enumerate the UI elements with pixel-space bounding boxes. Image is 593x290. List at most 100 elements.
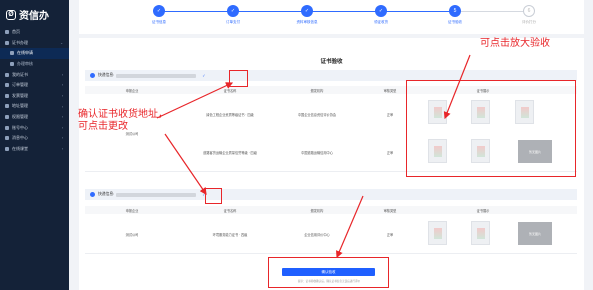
- sidebar-item-label: 账号中心: [12, 124, 28, 130]
- sidebar-item-3[interactable]: 办理审核: [0, 59, 69, 70]
- sidebar-item-label: 地址管理: [12, 103, 28, 109]
- type-cell: 正审: [386, 233, 394, 237]
- annotation-address-text: 确认证书收货地址， 可点击更改: [78, 109, 168, 132]
- step-1: ✓ 证书信息: [129, 5, 189, 25]
- col-display: 证书展示: [476, 209, 490, 214]
- my-cert-icon: [5, 72, 9, 77]
- step-label: 订单支付: [226, 20, 240, 24]
- table-header-2: 申报企业 证书名称 颁发机构 审核类型 证书展示: [85, 206, 577, 214]
- address-label: 快递信息:: [98, 192, 115, 196]
- review-icon: [10, 62, 14, 67]
- app-logo[interactable]: Ø 资信办: [6, 7, 49, 22]
- type-cell: 正审: [386, 151, 394, 155]
- no-image-placeholder: 暂无图片: [518, 222, 552, 245]
- chevron-icon: ›: [61, 115, 63, 120]
- cert-cell: 绿色工程企业资质等级证书 · 四级: [206, 113, 254, 117]
- annotation-zoom-text: 可点击放大验收: [480, 38, 550, 49]
- sidebar-item-5[interactable]: 订单管理 ›: [0, 80, 69, 91]
- annotation-box-confirm: [268, 257, 389, 288]
- address-bar-2: 快递信息: ✓: [85, 189, 577, 200]
- col-cert: 证书名称: [223, 209, 237, 214]
- annotation-box-edit-2: [205, 188, 222, 204]
- location-pin-icon: [90, 192, 95, 197]
- step-marker: ✓: [375, 5, 387, 17]
- chevron-icon: ›: [61, 104, 63, 109]
- account-icon: [5, 125, 9, 130]
- address-value-blurred: [116, 192, 197, 197]
- type-cell: 正审: [386, 113, 394, 117]
- chevron-icon: ›: [61, 83, 63, 88]
- sidebar-nav: 首页 证书办理 ⌄ 在线申请 办理审核 我的证书 › 订单管理 › 发票管理 › 地址管理 › 权限管理 ›…: [0, 27, 69, 154]
- sidebar-item-label: 消息中心: [12, 135, 28, 141]
- col-company: 申报企业: [125, 209, 139, 214]
- sidebar-item-label: 首页: [12, 29, 20, 35]
- sidebar-item-9[interactable]: 账号中心 ›: [0, 122, 69, 133]
- step-label: 资料审核信息: [296, 20, 318, 24]
- sidebar-item-11[interactable]: 在线课堂 ›: [0, 144, 69, 155]
- annotation-box-thumbnails: [406, 80, 576, 177]
- issuer-cell: 企业信用评价中心: [304, 233, 330, 237]
- chevron-icon: ›: [61, 94, 63, 99]
- sidebar-item-label: 我的证书: [12, 71, 28, 77]
- address-label: 快递信息:: [98, 73, 115, 77]
- sidebar-item-label: 证书办理: [12, 39, 28, 45]
- certificate-icon: [5, 40, 9, 45]
- col-type: 审核类型: [383, 89, 397, 94]
- edit-address-icon[interactable]: ✓: [202, 73, 206, 78]
- step-marker: ✓: [227, 5, 239, 17]
- sidebar-item-4[interactable]: 我的证书 ›: [0, 69, 69, 80]
- step-label: 证书验收: [448, 20, 462, 24]
- sidebar-item-label: 发票管理: [12, 92, 28, 98]
- step-4: ✓ 领证收货: [351, 5, 411, 25]
- sidebar-item-label: 在线申请: [17, 50, 33, 56]
- step-5: 5 证书验收: [425, 5, 485, 25]
- address-value-blurred: [116, 73, 197, 78]
- location-pin-icon: [90, 73, 95, 78]
- sidebar-item-label: 权限管理: [12, 114, 28, 120]
- col-issuer: 颁发机构: [310, 89, 324, 94]
- issuer-cell: 中国企业信息资信评价协会: [297, 113, 337, 117]
- sidebar-item-label: 办理审核: [17, 61, 33, 67]
- invoice-icon: [5, 93, 9, 98]
- sidebar-item-7[interactable]: 地址管理 ›: [0, 101, 69, 112]
- col-cert: 证书名称: [223, 89, 237, 94]
- cert-cell: 环境服务能力证书 · 四级: [212, 233, 248, 237]
- sidebar-item-label: 在线课堂: [12, 145, 28, 151]
- cert-cell: 道路客货运输企业质量信誉等级 · 四级: [203, 151, 257, 155]
- col-type: 审核类型: [383, 209, 397, 214]
- order-icon: [5, 83, 9, 88]
- step-marker: ✓: [153, 5, 165, 17]
- step-label: 证书信息: [152, 20, 166, 24]
- sidebar-item-label: 订单管理: [12, 82, 28, 88]
- home-icon: [5, 30, 9, 35]
- permission-icon: [5, 115, 9, 120]
- class-icon: [5, 146, 9, 151]
- company-cell: 测试公司: [125, 233, 139, 237]
- step-label: 评价打分: [522, 20, 536, 24]
- sidebar: Ø 资信办 首页 证书办理 ⌄ 在线申请 办理审核 我的证书 › 订单管理 › 发票管理 › 地址管理…: [0, 0, 69, 290]
- sidebar-item-6[interactable]: 发票管理 ›: [0, 91, 69, 102]
- chevron-icon: ›: [61, 136, 63, 141]
- issuer-cell: 中国道路运输信用中心: [301, 151, 333, 155]
- cert-thumbnail[interactable]: [428, 221, 447, 245]
- col-issuer: 颁发机构: [310, 209, 324, 214]
- page-title: 证书验收: [320, 59, 343, 65]
- col-company: 申报企业: [125, 89, 139, 94]
- logo-text: 资信办: [19, 11, 49, 22]
- chevron-icon: ›: [61, 125, 63, 130]
- logo-icon: Ø: [6, 9, 16, 20]
- annotation-box-edit-1: [229, 70, 248, 87]
- step-6: 6 评价打分: [499, 5, 559, 25]
- sidebar-item-10[interactable]: 消息中心 ›: [0, 133, 69, 144]
- sidebar-item-0[interactable]: 首页: [0, 27, 69, 38]
- progress-card: ✓ 证书信息 ✓ 订单支付 ✓ 资料审核信息 ✓ 领证收货 5 证书验收 6 评价打分: [79, 0, 584, 34]
- sidebar-item-8[interactable]: 权限管理 ›: [0, 112, 69, 123]
- sidebar-item-1[interactable]: 证书办理 ⌄: [0, 38, 69, 49]
- progress-steps: ✓ 证书信息 ✓ 订单支付 ✓ 资料审核信息 ✓ 领证收货 5 证书验收 6 评价打分: [149, 5, 539, 29]
- step-2: ✓ 订单支付: [203, 5, 263, 25]
- step-marker: 5: [449, 5, 461, 17]
- step-label: 领证收货: [374, 20, 388, 24]
- step-marker: 6: [523, 5, 535, 17]
- cert-thumbnail[interactable]: [471, 221, 490, 245]
- sidebar-item-2[interactable]: 在线申请: [0, 48, 69, 59]
